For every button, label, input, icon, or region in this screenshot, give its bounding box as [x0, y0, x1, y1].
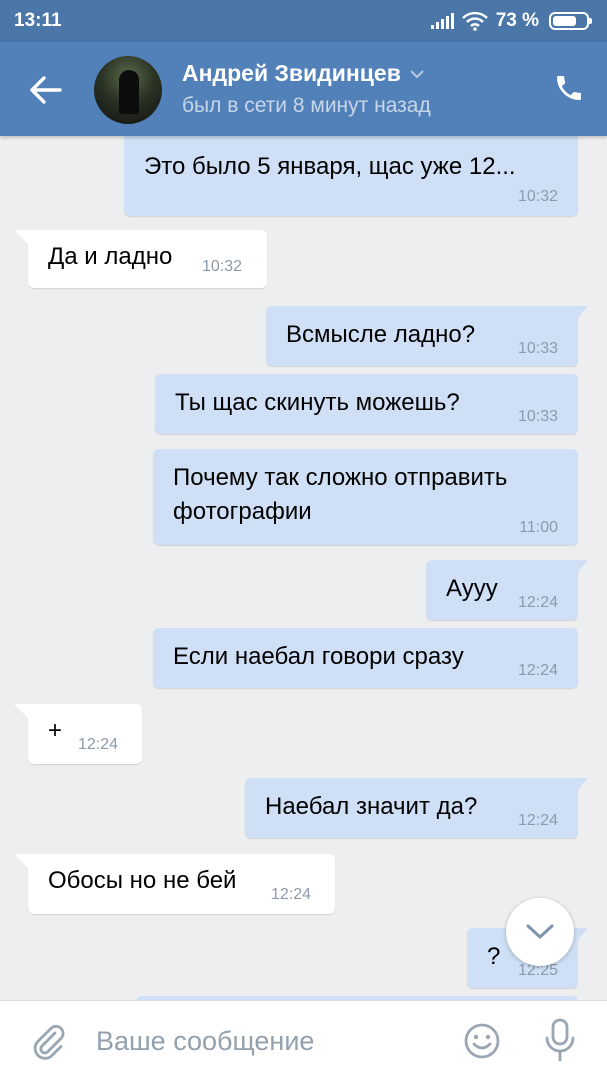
message-bubble-outgoing[interactable]: Ты щас скинуть можешь? 10:33 — [155, 374, 578, 434]
message-bubble-incoming[interactable]: Да и ладно 10:32 — [14, 230, 267, 288]
battery-level — [553, 16, 576, 26]
signal-icon — [430, 13, 454, 29]
message-text: Наебал значит да? — [265, 793, 478, 820]
chevron-down-icon — [526, 924, 554, 939]
message-text: Ты щас скинуть можешь? — [175, 389, 460, 416]
contact-name: Андрей Звидинцев — [182, 60, 401, 86]
message-time: 10:33 — [517, 340, 558, 357]
message-text: Это было 5 января, щас уже 12... — [144, 153, 516, 180]
message-time: 10:32 — [202, 258, 243, 275]
message-text-line-2: фотографии — [173, 498, 312, 525]
message-text: Обосы но не бей — [48, 867, 237, 894]
message-time: 12:24 — [271, 886, 312, 903]
scroll-to-bottom-button[interactable] — [506, 898, 574, 966]
phone-icon[interactable] — [553, 72, 585, 104]
message-text: + — [48, 717, 63, 744]
message-text: Да и ладно — [48, 243, 173, 270]
chevron-down-icon — [410, 69, 424, 78]
message-bubble-outgoing[interactable]: Всмысле ладно? 10:33 — [266, 306, 588, 366]
chat-header: Андрей Звидинцев был в сети 8 минут наза… — [0, 42, 607, 136]
message-time: 12:24 — [78, 736, 119, 753]
status-bar: 13:11 73 % — [0, 0, 607, 42]
message-bubble-outgoing[interactable]: Если наебал говори сразу 12:24 — [153, 628, 578, 688]
contact-status: был в сети 8 минут назад — [182, 94, 431, 117]
message-text: Всмысле ладно? — [286, 321, 476, 348]
message-composer — [0, 1000, 607, 1080]
battery-percent: 73 % — [495, 10, 539, 31]
message-input[interactable] — [84, 1015, 444, 1067]
battery-icon — [549, 12, 592, 30]
message-bubble-incoming[interactable]: + 12:24 — [14, 704, 142, 764]
attach-icon[interactable] — [28, 1021, 68, 1061]
wifi-icon — [461, 11, 488, 31]
status-time: 13:11 — [14, 10, 62, 31]
message-time: 12:24 — [517, 662, 558, 679]
status-indicators: 73 % — [430, 10, 592, 32]
message-text: Если наебал говори сразу — [173, 643, 464, 670]
message-time: 10:33 — [517, 408, 558, 425]
message-time: 10:32 — [517, 188, 558, 205]
message-time: 12:24 — [517, 812, 558, 829]
message-text-line-1: Почему так сложно отправить — [173, 464, 508, 491]
avatar[interactable] — [94, 56, 162, 124]
message-bubble-outgoing[interactable]: Наебал значит да? 12:24 — [245, 778, 588, 838]
message-time: 12:24 — [517, 594, 558, 611]
message-time: 11:00 — [519, 519, 558, 536]
message-bubble-outgoing[interactable]: Почему так сложно отправить фотографии 1… — [153, 449, 578, 545]
back-arrow-icon[interactable] — [26, 72, 66, 108]
message-list[interactable]: Это было 5 января, щас уже 12... 10:32 Д… — [0, 136, 607, 1000]
message-bubble-outgoing[interactable]: Это было 5 января, щас уже 12... 10:32 — [124, 136, 578, 216]
contact-name-dropdown[interactable]: Андрей Звидинцев — [182, 60, 425, 87]
message-text: Аууу — [446, 575, 498, 602]
message-bubble-outgoing[interactable]: Аууу 12:24 — [426, 560, 588, 620]
message-text: ? — [487, 943, 501, 970]
message-bubble-incoming[interactable]: Обосы но не бей 12:24 — [14, 854, 335, 914]
emoji-icon[interactable] — [462, 1021, 502, 1061]
microphone-icon[interactable] — [540, 1017, 580, 1063]
